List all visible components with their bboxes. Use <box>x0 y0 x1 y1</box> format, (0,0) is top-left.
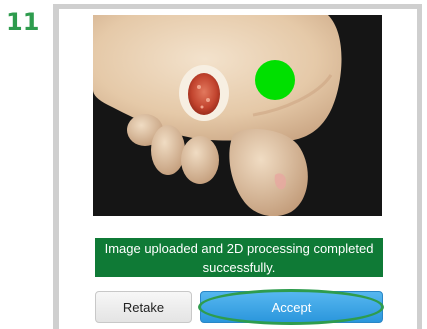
toe-small-2 <box>151 125 185 175</box>
accept-label: Accept <box>271 299 312 315</box>
toe-small-3 <box>181 136 219 184</box>
retake-button[interactable]: Retake <box>95 291 192 323</box>
status-message: Image uploaded and 2D processing complet… <box>104 240 374 275</box>
accept-button[interactable]: Accept <box>200 291 383 323</box>
wound-photo <box>93 15 382 216</box>
step-number: 11 <box>6 8 40 36</box>
reference-marker <box>255 60 295 100</box>
wound <box>188 73 220 115</box>
retake-label: Retake <box>122 299 165 315</box>
status-banner: Image uploaded and 2D processing complet… <box>95 238 383 277</box>
